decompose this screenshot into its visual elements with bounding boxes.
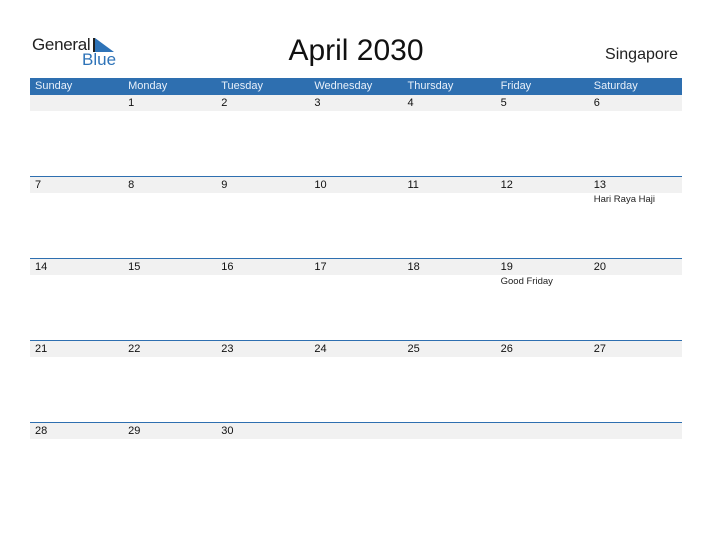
holiday-label: Good Friday — [500, 276, 553, 287]
day-number: 12 — [500, 179, 513, 191]
day-number: 11 — [407, 179, 419, 191]
day-number — [501, 423, 589, 439]
day-cell — [309, 423, 402, 439]
day-number: 24 — [314, 343, 327, 355]
day-number: 9 — [221, 179, 228, 191]
day-number — [314, 423, 402, 439]
day-number: 10 — [314, 179, 327, 191]
day-number: 27 — [593, 343, 606, 355]
day-number: 16 — [221, 261, 234, 273]
day-number: 2 — [221, 97, 228, 109]
weeks-container: 1 2 3 4 5 6 7 8 9 10 11 12 13 Hari Raya Haji 14 15 16 17 1… — [30, 95, 682, 504]
day-number: 4 — [407, 97, 414, 109]
day-cell — [30, 95, 123, 111]
day-cell: 6 — [589, 95, 682, 111]
day-number: 23 — [221, 343, 234, 355]
weekday-saturday: Saturday — [593, 80, 638, 92]
day-number: 21 — [35, 343, 48, 355]
day-number: 3 — [314, 97, 321, 109]
day-cell: 16 — [216, 259, 309, 288]
day-cell: 28 — [30, 423, 123, 439]
weekday-thursday: Thursday — [407, 80, 454, 92]
day-number: 30 — [221, 425, 234, 437]
day-number: 28 — [35, 425, 48, 437]
day-number: 17 — [314, 261, 327, 273]
calendar-grid: Sunday Monday Tuesday Wednesday Thursday Frid… — [30, 78, 682, 504]
day-number: 29 — [128, 425, 141, 437]
day-cell: 3 — [309, 95, 402, 111]
day-number: 6 — [593, 97, 600, 109]
day-cell — [496, 423, 589, 439]
day-cell: 30 — [216, 423, 309, 439]
day-cell: 2 — [216, 95, 309, 111]
week-row: 21 22 23 24 25 26 27 — [30, 340, 682, 422]
day-cell: 9 — [216, 177, 309, 206]
day-cell: 17 — [309, 259, 402, 288]
country-label: Singapore — [605, 46, 678, 63]
day-cell: 20 — [589, 259, 682, 288]
day-cell: 5 — [496, 95, 589, 111]
weekday-tuesday: Tuesday — [221, 80, 264, 92]
day-number: 18 — [407, 261, 420, 273]
weekday-friday: Friday — [500, 80, 532, 92]
weekday-wednesday: Wednesday — [314, 80, 373, 92]
day-cell: 10 — [309, 177, 402, 206]
day-number: 13 — [593, 179, 606, 191]
day-number: 26 — [500, 343, 513, 355]
day-number: 14 — [35, 261, 48, 273]
day-number — [408, 423, 496, 439]
day-cell: 25 — [403, 341, 496, 357]
day-number: 15 — [128, 261, 141, 273]
day-number — [594, 423, 682, 439]
day-cell — [589, 423, 682, 439]
day-number: 22 — [128, 343, 141, 355]
day-number: 25 — [407, 343, 420, 355]
day-cell: 26 — [496, 341, 589, 357]
week-row: 1 2 3 4 5 6 — [30, 95, 682, 176]
day-cell: 12 — [496, 177, 589, 206]
day-number: 1 — [128, 97, 135, 109]
day-number — [35, 95, 123, 111]
week-row: 14 15 16 17 18 19 Good Friday 20 — [30, 258, 682, 340]
day-cell: 18 — [403, 259, 496, 288]
holiday-label: Hari Raya Haji — [593, 194, 655, 205]
day-number: 19 — [500, 261, 513, 273]
day-cell: 7 — [30, 177, 123, 206]
day-cell: 15 — [123, 259, 216, 288]
day-cell: 1 — [123, 95, 216, 111]
weekday-header: Sunday Monday Tuesday Wednesday Thursday Frid… — [30, 78, 682, 95]
weekday-sunday: Sunday — [35, 80, 73, 92]
day-number: 7 — [35, 179, 42, 191]
day-cell: 14 — [30, 259, 123, 288]
day-cell: 11 — [403, 177, 496, 206]
day-cell: 22 — [123, 341, 216, 357]
week-row: 28 29 30 — [30, 422, 682, 504]
day-cell: 13 Hari Raya Haji — [589, 177, 682, 206]
day-cell: 8 — [123, 177, 216, 206]
day-number: 8 — [128, 179, 135, 191]
day-cell: 4 — [403, 95, 496, 111]
day-cell: 29 — [123, 423, 216, 439]
day-cell: 21 — [30, 341, 123, 357]
day-cell: 19 Good Friday — [496, 259, 589, 288]
day-cell — [403, 423, 496, 439]
day-number: 20 — [593, 261, 606, 273]
weekday-monday: Monday — [128, 80, 168, 92]
day-cell: 24 — [309, 341, 402, 357]
day-cell: 23 — [216, 341, 309, 357]
day-cell: 27 — [589, 341, 682, 357]
day-number: 5 — [500, 97, 507, 109]
week-row: 7 8 9 10 11 12 13 Hari Raya Haji — [30, 176, 682, 258]
